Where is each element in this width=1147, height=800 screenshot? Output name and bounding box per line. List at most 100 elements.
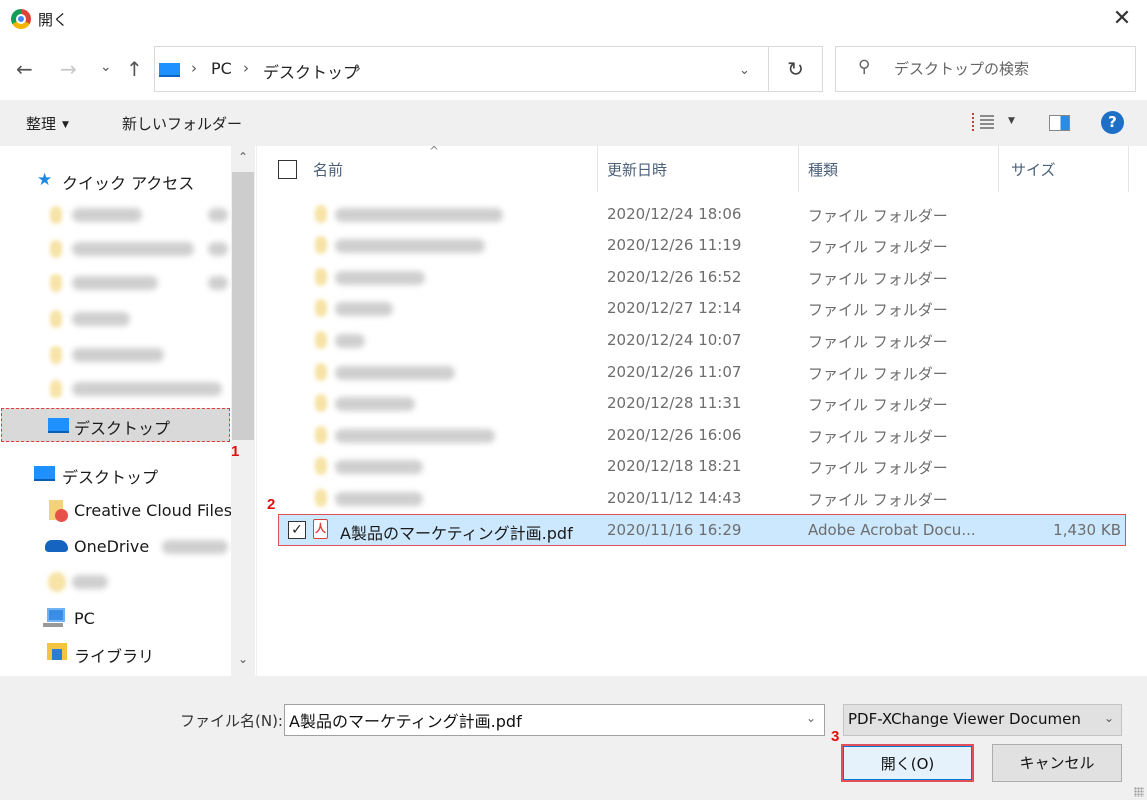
close-icon: ✕ (1112, 6, 1132, 31)
column-label: 更新日時 (607, 161, 668, 179)
breadcrumb-separator[interactable]: › (355, 59, 361, 77)
folder-icon (315, 205, 327, 223)
column-header-size[interactable]: サイズ (999, 146, 1129, 192)
folder-row[interactable]: 2020/12/26 16:52 ファイル フォルダー (259, 262, 1147, 293)
sidebar-item-blurred[interactable] (0, 372, 231, 406)
folder-icon (315, 457, 327, 475)
sidebar-item-blurred[interactable] (0, 266, 231, 300)
folder-row[interactable]: 2020/12/26 11:07 ファイル フォルダー (259, 357, 1147, 388)
column-label: 種類 (808, 161, 839, 179)
sidebar-item-onedrive[interactable]: OneDrive (0, 529, 231, 563)
search-input[interactable] (894, 57, 1124, 81)
folder-icon (50, 206, 62, 224)
help-icon[interactable]: ? (1101, 111, 1124, 134)
folder-icon (315, 299, 327, 317)
sidebar-item-label: PC (74, 609, 95, 628)
scroll-up-icon[interactable]: ⌃ (231, 150, 255, 170)
sidebar-scrollbar[interactable]: ⌃ ⌄ (231, 146, 255, 676)
sidebar-item-blurred[interactable] (0, 302, 231, 336)
forward-button[interactable]: → (60, 56, 77, 82)
folder-icon (315, 236, 327, 254)
creative-cloud-icon (49, 500, 68, 522)
sidebar-item-pc[interactable]: PC (0, 601, 231, 635)
filetype-value: PDF-XChange Viewer Documen (848, 710, 1081, 728)
organize-button[interactable]: 整理 ▼ (26, 113, 69, 134)
folder-icon (315, 268, 327, 286)
folder-icon (50, 380, 62, 398)
folder-row[interactable]: 2020/12/24 18:06 ファイル フォルダー (259, 199, 1147, 230)
preview-pane-icon[interactable] (1049, 115, 1070, 131)
chevron-down-icon: ⌄ (100, 59, 112, 75)
dialog-title: 開く (38, 11, 69, 29)
filename-combobox[interactable]: ⌄ (284, 704, 825, 736)
recent-locations-button[interactable]: ⌄ (100, 54, 112, 80)
column-header-type[interactable]: 種類 (799, 146, 999, 192)
scroll-down-icon[interactable]: ⌄ (231, 652, 255, 672)
back-button[interactable]: ← (16, 56, 33, 82)
filename-label: ファイル名(N): (180, 712, 283, 730)
folder-row[interactable]: 2020/11/12 14:43 ファイル フォルダー (259, 483, 1147, 514)
sidebar-item-desktop-pinned[interactable]: デスクトップ (1, 408, 230, 442)
chevron-down-icon[interactable]: ⌄ (806, 711, 816, 725)
file-date: 2020/11/16 16:29 (607, 521, 742, 539)
sidebar-item-blurred[interactable] (0, 338, 231, 372)
sidebar-item-label: OneDrive (74, 537, 150, 556)
navigation-bar: ← → ⌄ ↑ › PC › デスクトップ › ⌄ ↻ ⚲ (0, 40, 1147, 98)
breadcrumb-desktop[interactable]: デスクトップ (263, 59, 359, 83)
annotation-2: 2 (267, 496, 276, 513)
column-header-date[interactable]: 更新日時 (598, 146, 799, 192)
filename-input[interactable] (289, 709, 789, 731)
select-all-checkbox[interactable] (278, 160, 297, 179)
pdf-file-icon: 人 (313, 519, 328, 539)
breadcrumb-pc[interactable]: PC (211, 59, 232, 78)
row-checkbox[interactable]: ✓ (288, 521, 306, 539)
column-label: サイズ (1011, 161, 1056, 179)
sidebar-item-blurred-user[interactable] (0, 564, 231, 598)
sidebar-item-quick-access[interactable]: ★ クイック アクセス (0, 162, 231, 196)
close-button[interactable]: ✕ (1109, 6, 1135, 32)
scrollbar-thumb[interactable] (232, 172, 254, 440)
sidebar-item-label: デスクトップ (62, 468, 159, 487)
desktop-icon (48, 418, 69, 433)
sidebar-item-blurred[interactable] (0, 232, 231, 266)
search-box[interactable]: ⚲ (835, 46, 1136, 92)
folder-icon (315, 331, 327, 349)
annotation-1: 1 (231, 443, 240, 460)
file-type: Adobe Acrobat Docu... (808, 521, 976, 539)
folder-row[interactable]: 2020/12/27 12:14 ファイル フォルダー (259, 293, 1147, 324)
filetype-select[interactable]: PDF-XChange Viewer Documen ⌄ (843, 704, 1122, 736)
folder-icon (50, 240, 62, 258)
forward-arrow-icon: → (60, 57, 77, 81)
folder-icon (315, 489, 327, 507)
up-button[interactable]: ↑ (126, 56, 143, 82)
sidebar-item-blurred[interactable] (0, 198, 231, 232)
folder-row[interactable]: 2020/12/18 18:21 ファイル フォルダー (259, 451, 1147, 482)
new-folder-button[interactable]: 新しいフォルダー (122, 113, 242, 134)
selected-file-row[interactable]: ✓ 人 A製品のマーケティング計画.pdf 2020/11/16 16:29 A… (278, 514, 1126, 546)
view-options-icon[interactable] (972, 113, 994, 131)
refresh-icon: ↻ (787, 57, 804, 81)
folder-row[interactable]: 2020/12/26 16:06 ファイル フォルダー (259, 420, 1147, 451)
folder-row[interactable]: 2020/12/26 11:19 ファイル フォルダー (259, 230, 1147, 261)
sidebar-item-library[interactable]: ライブラリ (0, 635, 231, 669)
column-label: 名前 (313, 161, 344, 179)
refresh-button[interactable]: ↻ (769, 46, 823, 92)
folder-icon (50, 310, 62, 328)
folder-row[interactable]: 2020/12/28 11:31 ファイル フォルダー (259, 388, 1147, 419)
resize-grip-icon[interactable] (1134, 787, 1144, 797)
open-button[interactable]: 開く(O) (841, 744, 974, 782)
sidebar-item-creative-cloud[interactable]: Creative Cloud Files (0, 493, 232, 527)
file-size: 1,430 KB (1053, 521, 1121, 539)
column-header-name[interactable]: ^ 名前 (259, 144, 598, 192)
folder-icon (315, 426, 327, 444)
folder-row[interactable]: 2020/12/24 10:07 ファイル フォルダー (259, 325, 1147, 356)
sidebar-item-desktop[interactable]: デスクトップ (0, 456, 231, 490)
view-caret-icon[interactable]: ▼ (1008, 116, 1015, 126)
address-bar[interactable]: › PC › デスクトップ › ⌄ (154, 46, 769, 92)
organize-label: 整理 (26, 115, 57, 133)
address-dropdown-icon[interactable]: ⌄ (739, 63, 750, 78)
caret-down-icon: ▼ (62, 120, 69, 130)
command-bar: 整理 ▼ 新しいフォルダー ▼ ? (0, 100, 1147, 146)
folder-icon (50, 274, 62, 292)
cancel-button[interactable]: キャンセル (992, 744, 1122, 782)
